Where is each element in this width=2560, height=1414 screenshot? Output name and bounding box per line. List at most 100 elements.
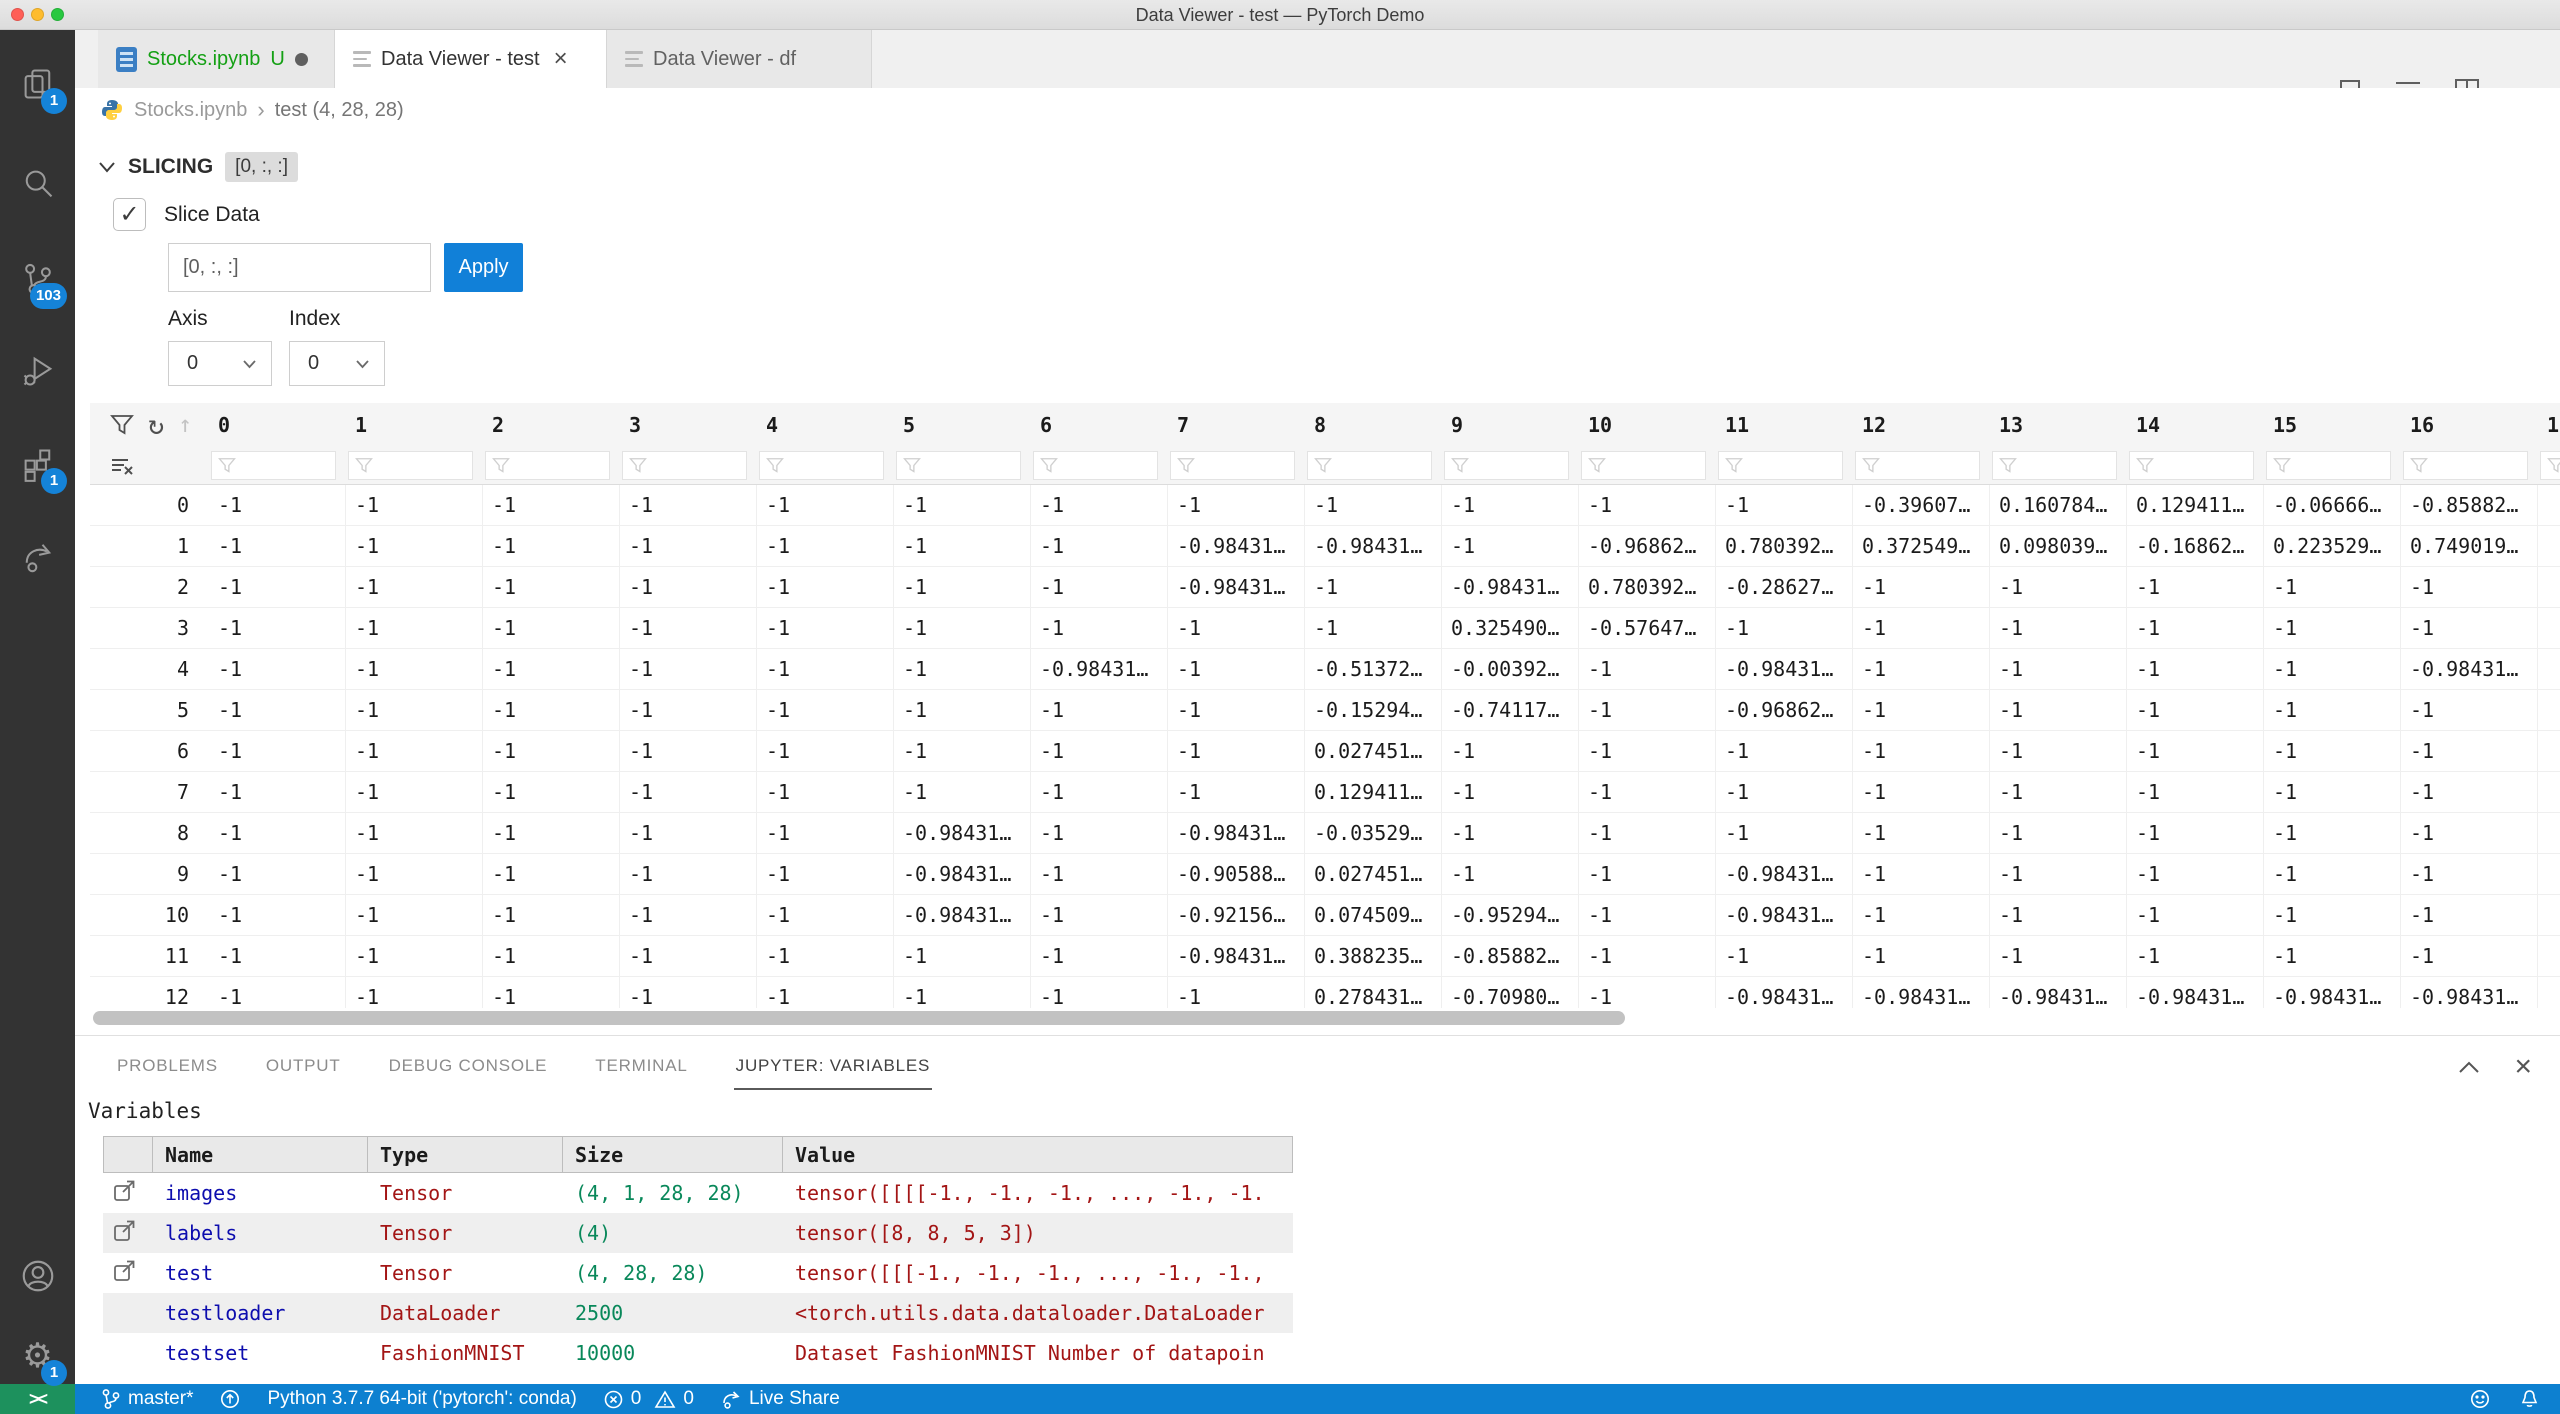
feedback-icon[interactable]	[2469, 1388, 2491, 1410]
grid-column-header[interactable]: 17	[2538, 413, 2560, 437]
slice-data-toggle[interactable]: ✓ Slice Data	[113, 198, 260, 231]
slice-data-checkbox[interactable]: ✓	[113, 198, 146, 231]
grid-column-header[interactable]: 9	[1442, 413, 1579, 437]
variable-row[interactable]: imagesTensor(4, 1, 28, 28)tensor([[[[-1.…	[103, 1173, 1293, 1213]
variable-row[interactable]: testsetFashionMNIST10000Dataset FashionM…	[103, 1333, 1293, 1373]
column-filter-box[interactable]	[2129, 451, 2254, 480]
open-variable-button[interactable]	[103, 1177, 153, 1209]
variable-row[interactable]: testloaderDataLoader2500<torch.utils.dat…	[103, 1293, 1293, 1333]
column-filter-input[interactable]	[647, 454, 727, 478]
column-filter-input[interactable]	[2291, 454, 2371, 478]
sidebar-item-source-control[interactable]: 103	[0, 243, 75, 315]
grid-column-header[interactable]: 1	[346, 413, 483, 437]
panel-tab-terminal[interactable]: TERMINAL	[593, 1048, 689, 1090]
breadcrumb-file[interactable]: Stocks.ipynb	[134, 99, 247, 122]
sync-changes-button[interactable]	[219, 1388, 241, 1410]
column-filter-input[interactable]	[1880, 454, 1960, 478]
refresh-icon[interactable]: ↻	[148, 412, 164, 439]
column-filter-box[interactable]	[211, 451, 336, 480]
column-filter-box[interactable]	[1170, 451, 1295, 480]
close-panel-icon[interactable]: ×	[2514, 1052, 2532, 1082]
horizontal-scrollbar[interactable]	[93, 1011, 1625, 1025]
sort-ascending-icon[interactable]: ↑	[178, 414, 192, 437]
grid-column-header[interactable]: 16	[2401, 413, 2538, 437]
column-filter-box[interactable]	[1581, 451, 1706, 480]
tab-data-viewer-df[interactable]: Data Viewer - df	[607, 30, 872, 88]
chevron-up-icon[interactable]	[2458, 1060, 2480, 1074]
grid-column-header[interactable]: 14	[2127, 413, 2264, 437]
variable-row[interactable]: labelsTensor(4)tensor([8, 8, 5, 3])	[103, 1213, 1293, 1253]
column-filter-box[interactable]	[2403, 451, 2528, 480]
tab-data-viewer-test[interactable]: Data Viewer - test ×	[335, 30, 607, 88]
grid-column-header[interactable]: 10	[1579, 413, 1716, 437]
tab-stocks-ipynb[interactable]: Stocks.ipynb U	[98, 30, 335, 88]
account-button[interactable]	[0, 1240, 75, 1312]
panel-tab-jupyter-variables[interactable]: JUPYTER: VARIABLES	[734, 1048, 933, 1090]
grid-column-header[interactable]: 6	[1031, 413, 1168, 437]
problems-item[interactable]: 0 0	[603, 1388, 694, 1410]
column-filter-input[interactable]	[784, 454, 864, 478]
grid-column-header[interactable]: 12	[1853, 413, 1990, 437]
breadcrumb-item[interactable]: test (4, 28, 28)	[275, 99, 404, 122]
column-filter-box[interactable]	[2540, 451, 2560, 480]
clear-filters-button[interactable]	[90, 455, 209, 477]
sidebar-item-explorer[interactable]: 1	[0, 48, 75, 120]
column-filter-input[interactable]	[1332, 454, 1412, 478]
column-filter-input[interactable]	[2428, 454, 2508, 478]
column-filter-box[interactable]	[1992, 451, 2117, 480]
bell-icon[interactable]	[2519, 1388, 2540, 1410]
grid-column-header[interactable]: 15	[2264, 413, 2401, 437]
column-filter-box[interactable]	[759, 451, 884, 480]
column-filter-input[interactable]	[2017, 454, 2097, 478]
sidebar-item-run-debug[interactable]	[0, 335, 75, 407]
variable-row[interactable]: testTensor(4, 28, 28)tensor([[[-1., -1.,…	[103, 1253, 1293, 1293]
grid-column-header[interactable]: 0	[209, 413, 346, 437]
unsaved-dot-icon[interactable]	[295, 53, 308, 66]
column-filter-box[interactable]	[485, 451, 610, 480]
grid-column-header[interactable]: 13	[1990, 413, 2127, 437]
grid-column-header[interactable]: 2	[483, 413, 620, 437]
column-filter-input[interactable]	[1058, 454, 1138, 478]
column-filter-box[interactable]	[1307, 451, 1432, 480]
grid-column-header[interactable]: 11	[1716, 413, 1853, 437]
sidebar-item-live-share[interactable]	[0, 520, 75, 592]
grid-column-header[interactable]: 5	[894, 413, 1031, 437]
live-share-item[interactable]: Live Share	[720, 1388, 840, 1410]
column-filter-box[interactable]	[1855, 451, 1980, 480]
column-filter-box[interactable]	[1444, 451, 1569, 480]
column-filter-input[interactable]	[2154, 454, 2234, 478]
grid-column-header[interactable]: 7	[1168, 413, 1305, 437]
column-filter-box[interactable]	[622, 451, 747, 480]
apply-button[interactable]: Apply	[444, 243, 523, 292]
column-filter-input[interactable]	[921, 454, 1001, 478]
column-filter-input[interactable]	[1195, 454, 1275, 478]
git-branch-item[interactable]: master*	[101, 1388, 193, 1410]
open-variable-button[interactable]	[103, 1257, 153, 1289]
open-variable-button[interactable]	[103, 1217, 153, 1249]
column-filter-input[interactable]	[1469, 454, 1549, 478]
index-select[interactable]: 0	[289, 341, 385, 386]
column-filter-box[interactable]	[896, 451, 1021, 480]
axis-select[interactable]: 0	[168, 341, 272, 386]
settings-button[interactable]: ⚙ 1	[0, 1320, 75, 1392]
column-filter-box[interactable]	[1033, 451, 1158, 480]
sidebar-item-search[interactable]	[0, 148, 75, 220]
panel-tab-debug-console[interactable]: DEBUG CONSOLE	[387, 1048, 550, 1090]
grid-column-header[interactable]: 4	[757, 413, 894, 437]
column-filter-input[interactable]	[1743, 454, 1823, 478]
panel-tab-output[interactable]: OUTPUT	[264, 1048, 343, 1090]
column-filter-input[interactable]	[373, 454, 453, 478]
slicing-section-header[interactable]: SLICING [0, :, :]	[98, 152, 298, 182]
filter-icon[interactable]	[110, 414, 134, 436]
slice-expression-input[interactable]	[168, 243, 431, 292]
grid-column-header[interactable]: 3	[620, 413, 757, 437]
column-filter-box[interactable]	[348, 451, 473, 480]
column-filter-box[interactable]	[1718, 451, 1843, 480]
grid-column-header[interactable]: 8	[1305, 413, 1442, 437]
column-filter-input[interactable]	[236, 454, 316, 478]
panel-tab-problems[interactable]: PROBLEMS	[115, 1048, 220, 1090]
python-interpreter-item[interactable]: Python 3.7.7 64-bit ('pytorch': conda)	[267, 1388, 576, 1410]
column-filter-box[interactable]	[2266, 451, 2391, 480]
column-filter-input[interactable]	[510, 454, 590, 478]
close-tab-icon[interactable]: ×	[554, 47, 568, 71]
